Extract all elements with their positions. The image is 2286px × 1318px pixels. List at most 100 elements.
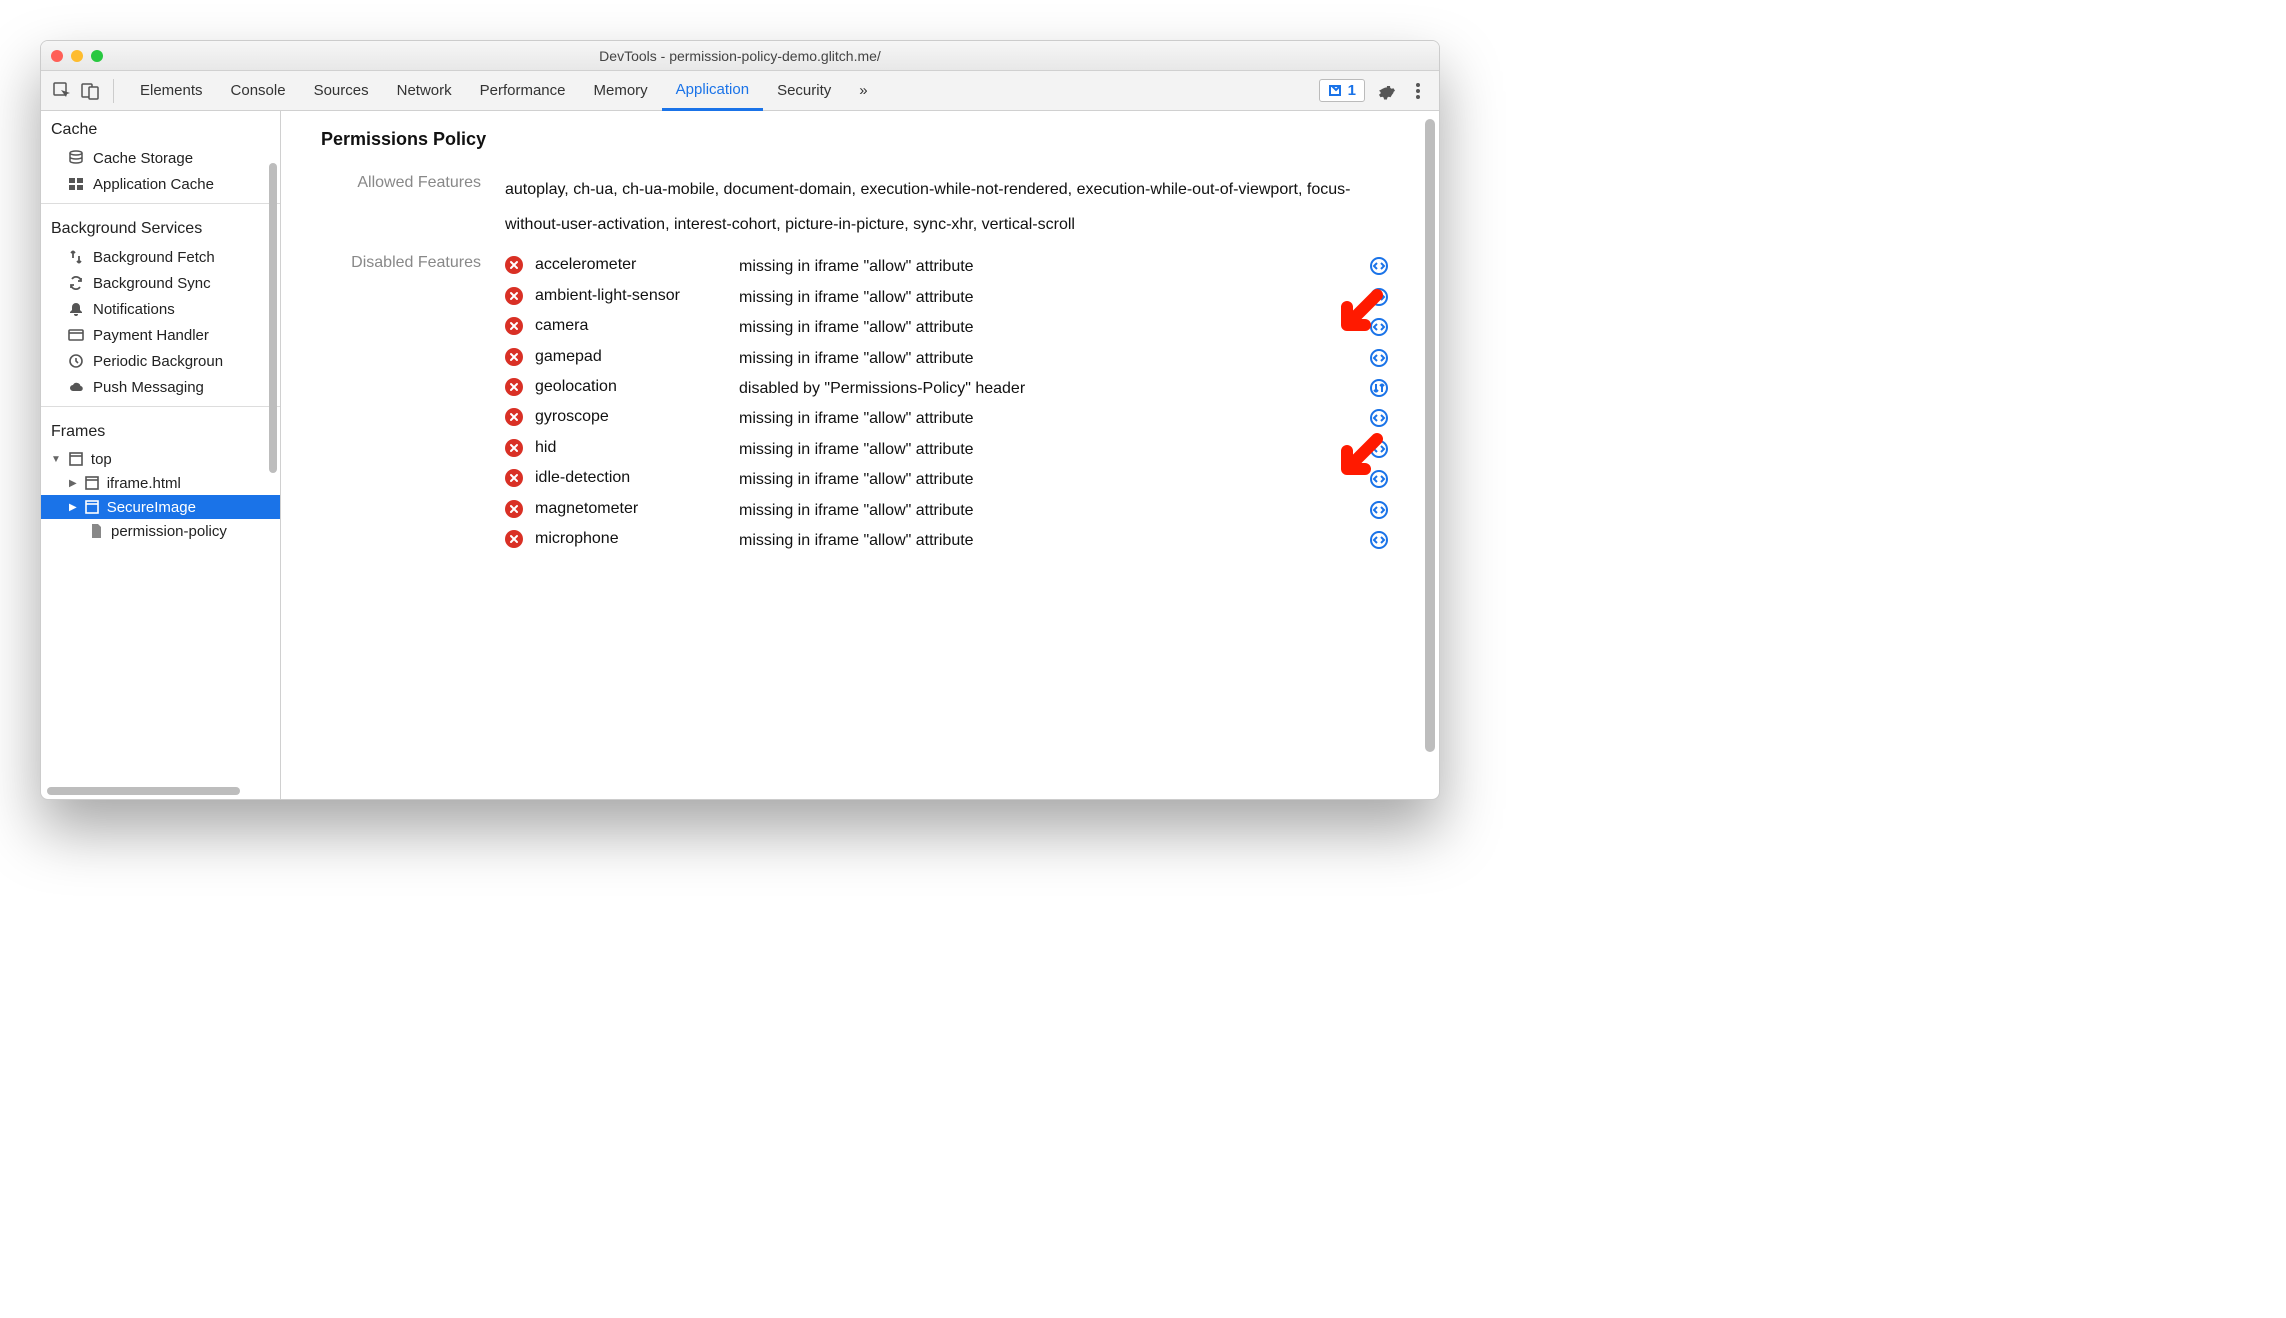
reveal-iframe-icon[interactable] — [1359, 500, 1399, 520]
issues-count: 1 — [1348, 82, 1356, 99]
devtools-body: Cache Cache Storage Application Cache Ba… — [41, 111, 1439, 799]
feature-reason: missing in iframe "allow" attribute — [739, 500, 1355, 522]
feature-reason: missing in iframe "allow" attribute — [739, 408, 1355, 430]
disabled-feature-row: ambient-light-sensormissing in iframe "a… — [505, 283, 1399, 313]
devtools-tabs: Elements Console Sources Network Perform… — [126, 71, 1313, 111]
feature-name: magnetometer — [535, 500, 735, 518]
devtools-toolbar: Elements Console Sources Network Perform… — [41, 71, 1439, 111]
frame-label: permission-policy — [111, 523, 227, 540]
frame-tree-child[interactable]: ▶ iframe.html — [41, 471, 280, 495]
sidebar-section-frames: Frames — [41, 413, 280, 447]
sidebar-item-notifications[interactable]: Notifications — [41, 296, 280, 322]
feature-name: camera — [535, 317, 735, 335]
chevron-right-icon: ▶ — [69, 502, 77, 513]
sidebar-item-cache-storage[interactable]: Cache Storage — [41, 145, 280, 171]
feature-reason: missing in iframe "allow" attribute — [739, 439, 1355, 461]
frame-tree-child-selected[interactable]: ▶ SecureImage — [41, 495, 280, 519]
fetch-icon — [67, 248, 85, 266]
feature-name: gyroscope — [535, 408, 735, 426]
issues-badge[interactable]: 1 — [1319, 79, 1365, 102]
sidebar-item-label: Background Sync — [93, 275, 211, 292]
reveal-iframe-icon[interactable] — [1359, 256, 1399, 276]
sidebar-item-push-messaging[interactable]: Push Messaging — [41, 374, 280, 400]
frame-icon — [83, 498, 101, 516]
error-icon — [505, 500, 523, 518]
sidebar-item-periodic-background[interactable]: Periodic Backgroun — [41, 348, 280, 374]
sidebar-item-application-cache[interactable]: Application Cache — [41, 171, 280, 197]
main-vertical-scrollbar[interactable] — [1425, 119, 1435, 752]
tab-sources[interactable]: Sources — [300, 71, 383, 111]
disabled-feature-row: microphonemissing in iframe "allow" attr… — [505, 526, 1399, 556]
feature-name: hid — [535, 439, 735, 457]
bell-icon — [67, 300, 85, 318]
sidebar-divider — [41, 203, 280, 204]
sidebar-divider — [41, 406, 280, 407]
tab-security[interactable]: Security — [763, 71, 845, 111]
disabled-features-label: Disabled Features — [321, 252, 481, 556]
feature-reason: missing in iframe "allow" attribute — [739, 287, 1355, 309]
sidebar-horizontal-scrollbar[interactable] — [47, 787, 240, 795]
settings-icon[interactable] — [1375, 80, 1397, 102]
error-icon — [505, 256, 523, 274]
error-icon — [505, 408, 523, 426]
chevron-down-icon: ▼ — [51, 454, 61, 465]
tabs-overflow-icon[interactable]: » — [845, 71, 881, 111]
disabled-feature-row: cameramissing in iframe "allow" attribut… — [505, 313, 1399, 343]
frame-tree-leaf[interactable]: permission-policy — [41, 519, 280, 543]
allowed-features-row: Allowed Features autoplay, ch-ua, ch-ua-… — [321, 172, 1399, 242]
tab-elements[interactable]: Elements — [126, 71, 217, 111]
sidebar-item-background-sync[interactable]: Background Sync — [41, 270, 280, 296]
sidebar-item-payment-handler[interactable]: Payment Handler — [41, 322, 280, 348]
disabled-feature-row: gamepadmissing in iframe "allow" attribu… — [505, 344, 1399, 374]
error-icon — [505, 348, 523, 366]
error-icon — [505, 439, 523, 457]
sidebar-item-label: Background Fetch — [93, 249, 215, 266]
reveal-iframe-icon[interactable] — [1359, 530, 1399, 550]
reveal-iframe-icon[interactable] — [1359, 408, 1399, 428]
allowed-features-label: Allowed Features — [321, 172, 481, 242]
device-toggle-icon[interactable] — [79, 80, 101, 102]
frame-tree-top[interactable]: ▼ top — [41, 447, 280, 471]
disabled-feature-row: hidmissing in iframe "allow" attribute — [505, 435, 1399, 465]
sidebar-item-label: Payment Handler — [93, 327, 209, 344]
cloud-icon — [67, 378, 85, 396]
toolbar-divider — [113, 79, 114, 103]
sync-icon — [67, 274, 85, 292]
more-menu-icon[interactable] — [1407, 80, 1429, 102]
sidebar-item-background-fetch[interactable]: Background Fetch — [41, 244, 280, 270]
sidebar-section-bgservices: Background Services — [41, 210, 280, 244]
chevron-right-icon: ▶ — [69, 478, 77, 489]
page-title: Permissions Policy — [321, 129, 1399, 150]
frame-icon — [67, 450, 85, 468]
feature-reason: disabled by "Permissions-Policy" header — [739, 378, 1355, 400]
sidebar-item-label: Application Cache — [93, 176, 214, 193]
database-icon — [67, 149, 85, 167]
feature-reason: missing in iframe "allow" attribute — [739, 317, 1355, 339]
allowed-features-value: autoplay, ch-ua, ch-ua-mobile, document-… — [505, 172, 1399, 242]
devtools-window: DevTools - permission-policy-demo.glitch… — [40, 40, 1440, 800]
application-sidebar: Cache Cache Storage Application Cache Ba… — [41, 111, 281, 799]
disabled-feature-row: accelerometermissing in iframe "allow" a… — [505, 252, 1399, 282]
error-icon — [505, 530, 523, 548]
reveal-iframe-icon[interactable] — [1359, 348, 1399, 368]
feature-name: gamepad — [535, 348, 735, 366]
frame-label: SecureImage — [107, 499, 196, 516]
error-icon — [505, 317, 523, 335]
feature-reason: missing in iframe "allow" attribute — [739, 469, 1355, 491]
window-title: DevTools - permission-policy-demo.glitch… — [41, 48, 1439, 64]
sidebar-item-label: Cache Storage — [93, 150, 193, 167]
reveal-header-icon[interactable] — [1359, 378, 1399, 398]
annotation-arrow-icon — [1329, 433, 1383, 487]
feature-name: accelerometer — [535, 256, 735, 274]
tab-network[interactable]: Network — [383, 71, 466, 111]
sidebar-item-label: Push Messaging — [93, 379, 204, 396]
inspect-element-icon[interactable] — [51, 80, 73, 102]
sidebar-section-cache: Cache — [41, 111, 280, 145]
tab-performance[interactable]: Performance — [466, 71, 580, 111]
tab-memory[interactable]: Memory — [580, 71, 662, 111]
main-panel: Permissions Policy Allowed Features auto… — [281, 111, 1439, 799]
sidebar-vertical-scrollbar[interactable] — [269, 163, 277, 473]
tab-console[interactable]: Console — [217, 71, 300, 111]
clock-icon — [67, 352, 85, 370]
tab-application[interactable]: Application — [662, 71, 763, 111]
